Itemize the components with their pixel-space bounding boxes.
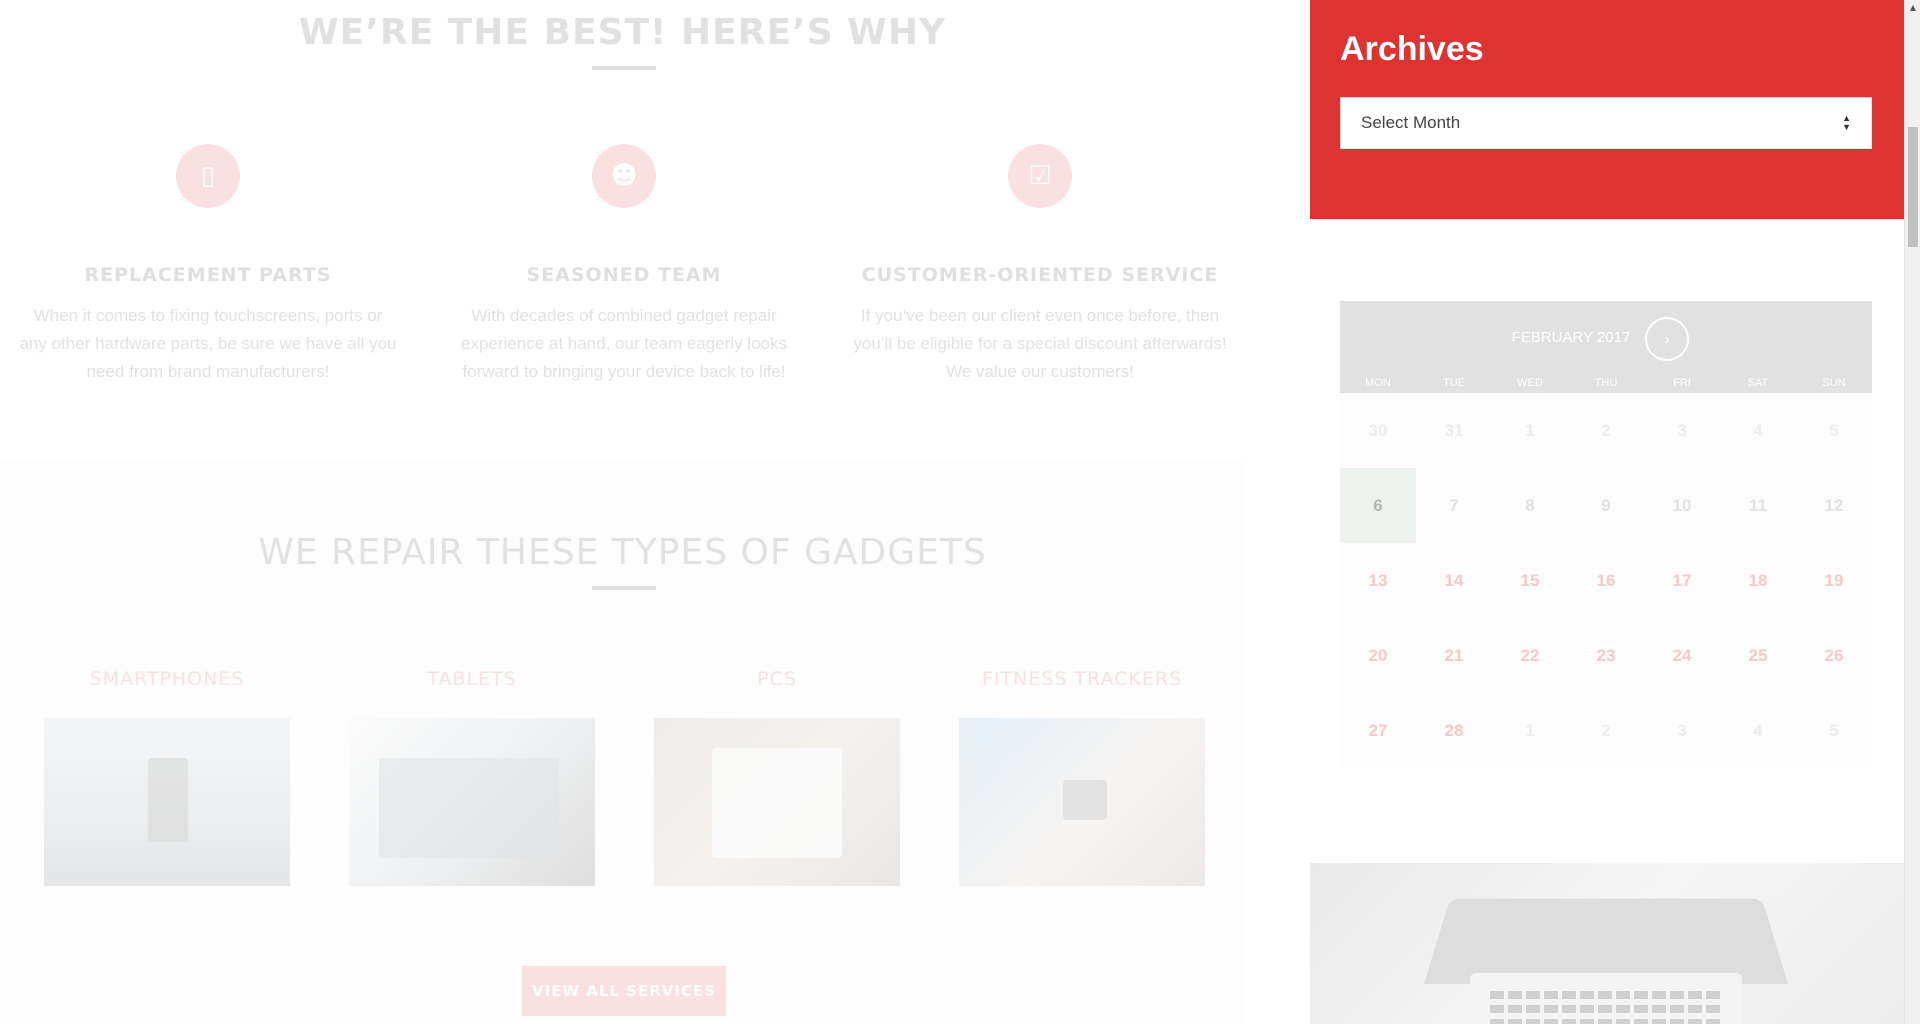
weekday-label: SAT bbox=[1747, 377, 1769, 389]
calendar-day: 1 bbox=[1525, 420, 1535, 440]
feature-title: CUSTOMER-ORIENTED SERVICE bbox=[861, 264, 1219, 286]
tablet-photo[interactable] bbox=[349, 718, 595, 886]
calendar-day: 3 bbox=[1677, 420, 1687, 440]
gadget-name[interactable]: TABLETS bbox=[349, 668, 595, 690]
calendar-day-today: 6 bbox=[1340, 468, 1416, 543]
smartphone-photo[interactable] bbox=[44, 718, 290, 886]
calendar-day: 18 bbox=[1748, 570, 1768, 590]
main-content: WE’RE THE BEST! HERE’S WHY ▯ REPLACEMENT… bbox=[0, 0, 1245, 1024]
calendar-day: 4 bbox=[1753, 720, 1763, 740]
calendar-day: 5 bbox=[1829, 420, 1839, 440]
laptop-lid-shape bbox=[1423, 898, 1789, 984]
calendar-day: 22 bbox=[1520, 645, 1540, 665]
feature-text: With decades of combined gadget repair e… bbox=[460, 306, 788, 381]
gadget-fitness-trackers[interactable]: FITNESS TRACKERS bbox=[959, 668, 1205, 886]
keyboard-row bbox=[1490, 991, 1720, 999]
calendar-week: 13 14 15 16 17 18 19 bbox=[1340, 543, 1872, 618]
checkbox-icon: ☑ bbox=[1008, 144, 1072, 208]
title-underline bbox=[592, 586, 656, 590]
calendar-day: 10 bbox=[1672, 495, 1692, 515]
calendar-day: 11 bbox=[1749, 495, 1767, 515]
weekday-label: TUE bbox=[1443, 377, 1465, 389]
calendar-day: 9 bbox=[1601, 495, 1611, 515]
scroll-up-arrow-icon[interactable]: ▲ bbox=[1905, 0, 1920, 16]
calendar-day: 21 bbox=[1444, 645, 1464, 665]
gadget-name[interactable]: PCS bbox=[654, 668, 900, 690]
laptop-photo[interactable] bbox=[654, 718, 900, 886]
calendar-day: 25 bbox=[1748, 645, 1768, 665]
calendar-day: 3 bbox=[1677, 720, 1687, 740]
weekday-label: WED bbox=[1517, 377, 1543, 389]
calendar-weekdays: MON TUE WED THU FRI SAT SUN bbox=[1340, 377, 1872, 389]
calendar-month-label: FEBRUARY 2017 bbox=[1511, 329, 1631, 346]
why-section-title: WE’RE THE BEST! HERE’S WHY bbox=[298, 12, 947, 53]
calendar-day: 1 bbox=[1525, 720, 1535, 740]
calendar-header: FEBRUARY 2017 › MON TUE WED THU FRI SAT … bbox=[1340, 301, 1872, 393]
calendar-widget: FEBRUARY 2017 › MON TUE WED THU FRI SAT … bbox=[1340, 301, 1872, 771]
calendar-day: 19 bbox=[1824, 570, 1844, 590]
calendar-day: 20 bbox=[1368, 645, 1388, 665]
feature-title: REPLACEMENT PARTS bbox=[84, 264, 332, 286]
calendar-week: 30 31 1 2 3 4 5 bbox=[1340, 393, 1872, 468]
scrollbar[interactable]: ▲ bbox=[1904, 0, 1920, 1024]
select-arrows-icon: ▲ ▼ bbox=[1842, 113, 1851, 132]
calendar-day: 31 bbox=[1444, 420, 1464, 440]
archives-title: Archives bbox=[1340, 30, 1484, 68]
chevron-right-icon[interactable]: › bbox=[1645, 317, 1689, 361]
calendar-day: 5 bbox=[1829, 720, 1839, 740]
calendar-day: 17 bbox=[1672, 570, 1692, 590]
archives-month-select[interactable]: Select Month ▲ ▼ bbox=[1340, 97, 1872, 149]
gadget-smartphones[interactable]: SMARTPHONES bbox=[44, 668, 290, 886]
view-all-services-button[interactable]: VIEW ALL SERVICES bbox=[522, 966, 726, 1016]
smartphone-icon: ▯ bbox=[176, 144, 240, 208]
calendar-day: 4 bbox=[1753, 420, 1763, 440]
calendar-week: 6 7 8 9 10 11 12 bbox=[1340, 468, 1872, 543]
calendar-day: 14 bbox=[1444, 570, 1464, 590]
weekday-label: SUN bbox=[1822, 377, 1846, 389]
feature-title: SEASONED TEAM bbox=[526, 264, 722, 286]
feature-seasoned-team: ☻ SEASONED TEAM With decades of combined… bbox=[434, 144, 814, 386]
keyboard-row bbox=[1490, 1019, 1720, 1024]
weekday-label: MON bbox=[1365, 377, 1391, 389]
calendar-day: 13 bbox=[1368, 570, 1388, 590]
archives-widget: Archives Select Month ▲ ▼ bbox=[1310, 0, 1904, 219]
calendar-week: 20 21 22 23 24 25 26 bbox=[1340, 618, 1872, 693]
weekday-label: THU bbox=[1594, 377, 1618, 389]
calendar-day: 15 bbox=[1520, 570, 1540, 590]
feature-customer-service: ☑ CUSTOMER-ORIENTED SERVICE If you’ve be… bbox=[850, 144, 1230, 386]
calendar-day: 16 bbox=[1596, 570, 1616, 590]
calendar-day: 26 bbox=[1824, 645, 1844, 665]
calendar-day: 24 bbox=[1672, 645, 1692, 665]
gadget-name[interactable]: FITNESS TRACKERS bbox=[959, 668, 1205, 690]
watch-photo[interactable] bbox=[959, 718, 1205, 886]
calendar-day: 23 bbox=[1596, 645, 1616, 665]
feature-replacement-parts: ▯ REPLACEMENT PARTS When it comes to fix… bbox=[18, 144, 398, 386]
calendar-day: 8 bbox=[1525, 495, 1535, 515]
scrollbar-thumb[interactable] bbox=[1908, 127, 1918, 247]
calendar-grid: 30 31 1 2 3 4 5 6 7 8 9 10 11 12 13 14 1… bbox=[1340, 393, 1872, 768]
weekday-label: FRI bbox=[1673, 377, 1691, 389]
calendar-week: 27 28 1 2 3 4 5 bbox=[1340, 693, 1872, 768]
calendar-day: 12 bbox=[1824, 495, 1844, 515]
calendar-day: 7 bbox=[1449, 495, 1459, 515]
gadget-tablets[interactable]: TABLETS bbox=[349, 668, 595, 886]
calendar-day: 27 bbox=[1368, 720, 1388, 740]
team-icon: ☻ bbox=[592, 144, 656, 208]
calendar-day: 2 bbox=[1601, 420, 1611, 440]
calendar-day: 28 bbox=[1444, 720, 1464, 740]
keyboard-row bbox=[1490, 1005, 1720, 1013]
gadgets-section-title: WE REPAIR THESE TYPES OF GADGETS bbox=[258, 532, 987, 573]
feature-text: When it comes to fixing touchscreens, po… bbox=[19, 306, 397, 381]
select-value: Select Month bbox=[1361, 113, 1461, 132]
gadget-pcs[interactable]: PCS bbox=[654, 668, 900, 886]
calendar-day: 30 bbox=[1368, 420, 1388, 440]
laptop-photo bbox=[1310, 863, 1904, 1024]
feature-text: If you’ve been our client even once befo… bbox=[853, 306, 1227, 381]
title-underline bbox=[592, 66, 656, 70]
calendar-day: 2 bbox=[1601, 720, 1611, 740]
gadget-name[interactable]: SMARTPHONES bbox=[44, 668, 290, 690]
